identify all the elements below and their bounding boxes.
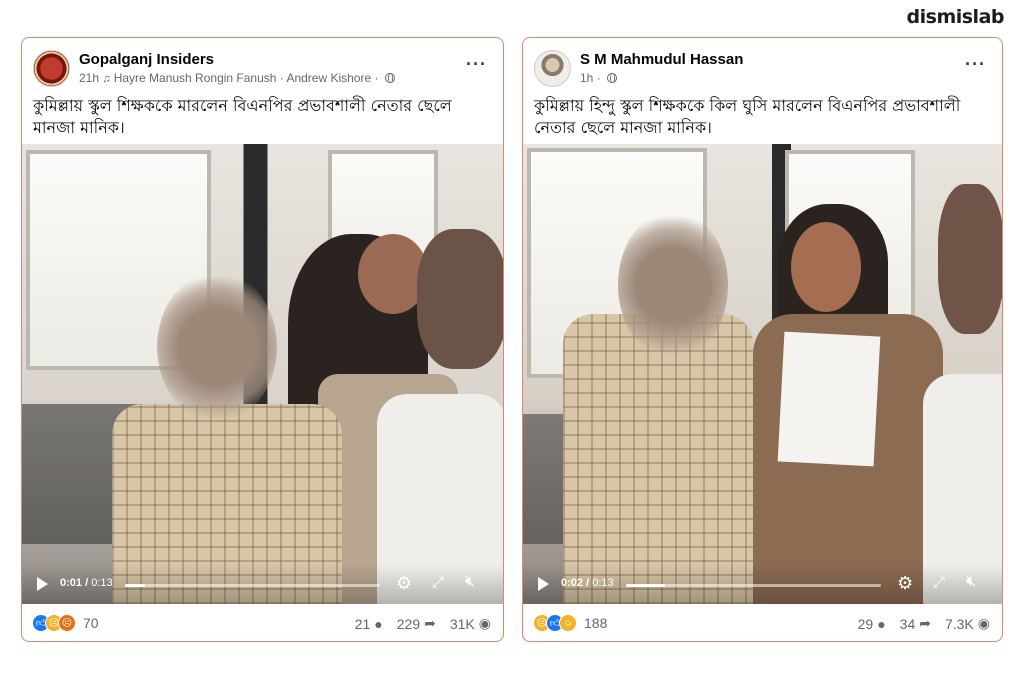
video-controls: 0:02 / 0:13 ⚙ ⤢ 🔇︎ [523,564,1002,604]
reaction-count: 188 [584,615,608,631]
post-header: S M Mahmudul Hassan 1h · ··· [523,38,1002,90]
video-player[interactable]: 0:02 / 0:13 ⚙ ⤢ 🔇︎ [523,144,1002,604]
reactions-summary[interactable]: ☹ 👍︎ ☺ 188 [533,614,607,632]
avatar[interactable] [534,50,571,87]
expand-icon[interactable]: ⤢ [432,574,444,592]
progress-bar[interactable] [125,584,380,587]
haha-icon: ☺ [559,614,577,632]
view-count: 7.3K [944,615,974,632]
progress-fill [626,584,666,587]
mute-icon[interactable]: 🔇︎ [966,573,976,591]
globe-icon [384,73,395,83]
duration: 0:13 [91,577,113,589]
comment-count: 29 [857,615,874,632]
post-time[interactable]: 21h [79,71,99,85]
music-icon: ♫ [102,73,114,85]
video-controls: 0:01 / 0:13 ⚙ ⤢ 🔇︎ [22,564,503,604]
play-icon[interactable] [538,577,549,591]
current-time: 0:01 [60,577,83,589]
comment-icon: ● [374,615,383,632]
post-caption: কুমিল্লায় হিন্দু স্কুল শিক্ষককে কিল ঘুস… [534,96,961,137]
comment-icon: ● [877,615,886,632]
avatar[interactable] [33,50,70,87]
view-count: 31K [449,615,475,632]
eye-icon: ◉ [977,615,990,631]
progress-fill [125,584,145,587]
views-stat: 7.3K ◉ [945,615,990,632]
video-time: 0:02 / 0:13 [561,577,614,589]
post-stats: 21 ● 229 ➦ 31K ◉ [355,615,491,632]
play-icon[interactable] [37,577,48,591]
page-name[interactable]: Gopalganj Insiders [79,51,214,68]
share-count: 229 [396,615,421,632]
separator-dot: · [596,71,601,85]
reaction-count: 70 [83,615,99,631]
share-icon: ➦ [424,615,436,631]
gear-icon[interactable]: ⚙ [897,574,913,592]
watermark-logo: dismislab [906,6,1005,28]
views-stat: 31K ◉ [450,615,491,632]
post-time[interactable]: 1h [580,71,593,85]
duration: 0:13 [592,577,614,589]
progress-bar[interactable] [626,584,881,587]
post-stats: 29 ● 34 ➦ 7.3K ◉ [858,615,990,632]
post-card-mahmudul: S M Mahmudul Hassan 1h · ··· কুমিল্লায় … [522,37,1003,642]
globe-icon [607,73,618,83]
post-meta: 21h ♫ Hayre Manush Rongin Fanush · Andre… [79,71,395,85]
video-player[interactable]: 0:01 / 0:13 ⚙ ⤢ 🔇︎ [22,144,503,604]
post-card-gopalganj: Gopalganj Insiders 21h ♫ Hayre Manush Ro… [21,37,504,642]
comment-stat[interactable]: 21 ● [355,616,383,632]
angry-icon: ☹ [58,614,76,632]
post-footer: ☹ 👍︎ ☺ 188 29 ● 34 ➦ 7.3K ◉ [523,604,1002,641]
eye-icon: ◉ [478,615,491,631]
mute-icon[interactable]: 🔇︎ [465,573,475,591]
gear-icon[interactable]: ⚙ [396,574,412,592]
video-frame [523,144,1002,604]
expand-icon[interactable]: ⤢ [933,574,945,592]
share-count: 34 [899,615,916,632]
post-meta: 1h · [580,71,618,85]
share-icon: ➦ [919,615,931,631]
reactions-summary[interactable]: 👍︎ ☹ ☹ 70 [32,614,99,632]
comment-count: 21 [354,615,371,632]
video-time: 0:01 / 0:13 [60,577,113,589]
music-title[interactable]: Hayre Manush Rongin Fanush · Andrew Kish… [114,71,371,85]
post-header: Gopalganj Insiders 21h ♫ Hayre Manush Ro… [22,38,503,90]
share-stat[interactable]: 34 ➦ [900,615,931,632]
post-footer: 👍︎ ☹ ☹ 70 21 ● 229 ➦ 31K ◉ [22,604,503,641]
separator-dot: · [374,71,379,85]
current-time: 0:02 [561,577,584,589]
comment-stat[interactable]: 29 ● [858,616,886,632]
page-name[interactable]: S M Mahmudul Hassan [580,51,743,68]
more-options-button[interactable]: ··· [965,54,986,75]
share-stat[interactable]: 229 ➦ [397,615,436,632]
video-frame [22,144,503,604]
more-options-button[interactable]: ··· [466,54,487,75]
post-caption: কুমিল্লায় স্কুল শিক্ষককে মারলেন বিএনপির… [33,96,452,137]
